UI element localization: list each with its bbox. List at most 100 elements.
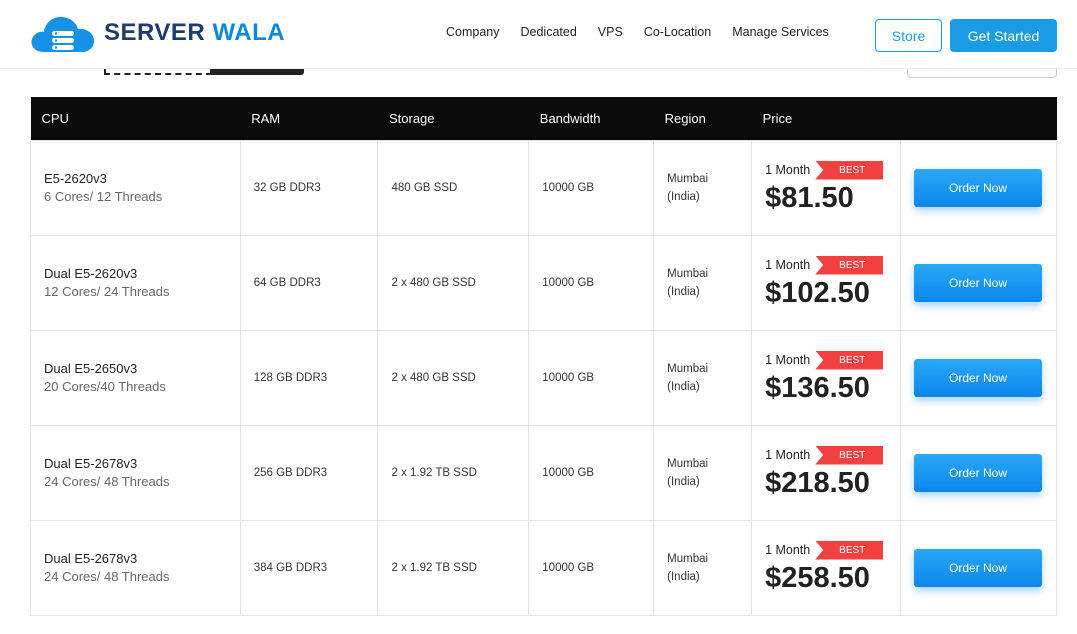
site-header: SERVER WALA Company Dedicated VPS Co-Loc… (0, 0, 1077, 69)
storage-cell: 2 x 1.92 TB SSD (377, 519, 530, 616)
store-button[interactable]: Store (875, 19, 942, 52)
ram-cell: 32 GB DDR3 (239, 139, 379, 236)
cpu-model: E5-2620v3 (44, 171, 107, 186)
billing-term: 1 Month (765, 353, 811, 367)
region-city: Mumbai (667, 267, 709, 280)
storage-cell: 480 GB SSD (377, 139, 530, 236)
region-country: (India) (667, 380, 700, 393)
nav-manage-services[interactable]: Manage Services (732, 25, 829, 39)
region-cell: Mumbai (India) (653, 234, 753, 331)
term-line: 1 Month BEST (765, 160, 900, 180)
term-line: 1 Month BEST (765, 255, 900, 275)
cpu-cores: 12 Cores/ 24 Threads (44, 284, 170, 299)
cpu-cell: Dual E5-2678v3 24 Cores/ 48 Threads (30, 424, 241, 521)
nav-dedicated[interactable]: Dedicated (521, 25, 577, 39)
order-now-button[interactable]: Order Now (914, 548, 1042, 587)
table-row: Dual E5-2650v3 20 Cores/40 Threads 128 G… (30, 329, 1057, 426)
best-badge: BEST (815, 540, 884, 560)
brand-logo[interactable]: SERVER WALA (30, 12, 285, 54)
header-storage: Storage (377, 97, 529, 140)
bandwidth-cell: 10000 GB (528, 139, 655, 236)
main-nav: Company Dedicated VPS Co-Location Manage… (446, 25, 850, 39)
header-region: Region (653, 97, 752, 140)
get-started-button[interactable]: Get Started (950, 19, 1057, 52)
term-line: 1 Month BEST (765, 350, 900, 370)
table-row: Dual E5-2678v3 24 Cores/ 48 Threads 256 … (30, 424, 1057, 521)
region-city: Mumbai (667, 362, 709, 375)
nav-co-location[interactable]: Co-Location (644, 25, 711, 39)
cpu-cell: Dual E5-2650v3 20 Cores/40 Threads (30, 329, 241, 426)
region-country: (India) (667, 475, 700, 488)
price-amount: $258.50 (765, 561, 870, 594)
order-cell: Order Now (900, 329, 1057, 426)
order-cell: Order Now (900, 519, 1057, 616)
cloud-server-icon (31, 16, 94, 52)
bandwidth-cell: 10000 GB (528, 329, 655, 426)
nav-company[interactable]: Company (446, 25, 500, 39)
cpu-model: Dual E5-2678v3 (44, 456, 138, 471)
table-header-row: CPU RAM Storage Bandwidth Region Price (30, 97, 1057, 140)
price-amount: $136.50 (765, 371, 870, 404)
price-cell: 1 Month BEST $258.50 (751, 519, 901, 616)
bandwidth-cell: 10000 GB (528, 234, 655, 331)
region-country: (India) (667, 285, 700, 298)
billing-term: 1 Month (765, 163, 811, 177)
billing-term: 1 Month (765, 448, 811, 462)
price-cell: 1 Month BEST $102.50 (751, 234, 901, 331)
cpu-cell: Dual E5-2620v3 12 Cores/ 24 Threads (30, 234, 241, 331)
ram-cell: 128 GB DDR3 (239, 329, 379, 426)
order-cell: Order Now (900, 139, 1057, 236)
table-row: Dual E5-2620v3 12 Cores/ 24 Threads 64 G… (30, 234, 1057, 331)
ram-cell: 384 GB DDR3 (239, 519, 379, 616)
price-cell: 1 Month BEST $218.50 (751, 424, 901, 521)
bandwidth-cell: 10000 GB (528, 519, 655, 616)
price-amount: $102.50 (765, 276, 870, 309)
cpu-model: Dual E5-2620v3 (44, 266, 138, 281)
ram-cell: 64 GB DDR3 (239, 234, 379, 331)
best-badge: BEST (815, 350, 884, 370)
best-badge: BEST (815, 445, 884, 465)
header-cpu: CPU (30, 97, 241, 140)
order-now-button[interactable]: Order Now (914, 263, 1042, 302)
price-cell: 1 Month BEST $136.50 (751, 329, 901, 426)
term-line: 1 Month BEST (765, 540, 900, 560)
header-ram: RAM (240, 97, 378, 140)
storage-cell: 2 x 480 GB SSD (377, 234, 530, 331)
region-cell: Mumbai (India) (653, 139, 753, 236)
region-cell: Mumbai (India) (653, 519, 753, 616)
region-country: (India) (667, 190, 700, 203)
pricing-table: CPU RAM Storage Bandwidth Region Price E… (30, 97, 1057, 616)
cpu-model: Dual E5-2678v3 (44, 551, 138, 566)
ram-cell: 256 GB DDR3 (239, 424, 379, 521)
brand-name: SERVER WALA (104, 19, 286, 46)
price-amount: $81.50 (765, 181, 854, 214)
price-cell: 1 Month BEST $81.50 (751, 139, 901, 236)
region-city: Mumbai (667, 172, 709, 185)
cpu-cell: Dual E5-2678v3 24 Cores/ 48 Threads (30, 519, 241, 616)
region-country: (India) (667, 570, 700, 583)
price-amount: $218.50 (765, 466, 870, 499)
cpu-cores: 6 Cores/ 12 Threads (44, 189, 163, 204)
region-city: Mumbai (667, 552, 709, 565)
nav-vps[interactable]: VPS (598, 25, 623, 39)
storage-cell: 2 x 480 GB SSD (377, 329, 530, 426)
order-cell: Order Now (900, 234, 1057, 331)
order-now-button[interactable]: Order Now (914, 168, 1042, 207)
cpu-model: Dual E5-2650v3 (44, 361, 138, 376)
billing-term: 1 Month (765, 543, 811, 557)
header-action (900, 97, 1057, 140)
region-cell: Mumbai (India) (653, 329, 753, 426)
order-now-button[interactable]: Order Now (914, 453, 1042, 492)
region-cell: Mumbai (India) (653, 424, 753, 521)
order-cell: Order Now (900, 424, 1057, 521)
region-city: Mumbai (667, 457, 709, 470)
cpu-cores: 24 Cores/ 48 Threads (44, 569, 170, 584)
billing-term: 1 Month (765, 258, 811, 272)
order-now-button[interactable]: Order Now (914, 358, 1042, 397)
term-line: 1 Month BEST (765, 445, 900, 465)
best-badge: BEST (815, 160, 884, 180)
best-badge: BEST (815, 255, 884, 275)
header-bandwidth: Bandwidth (528, 97, 654, 140)
table-row: E5-2620v3 6 Cores/ 12 Threads 32 GB DDR3… (30, 139, 1057, 236)
cpu-cell: E5-2620v3 6 Cores/ 12 Threads (30, 139, 241, 236)
